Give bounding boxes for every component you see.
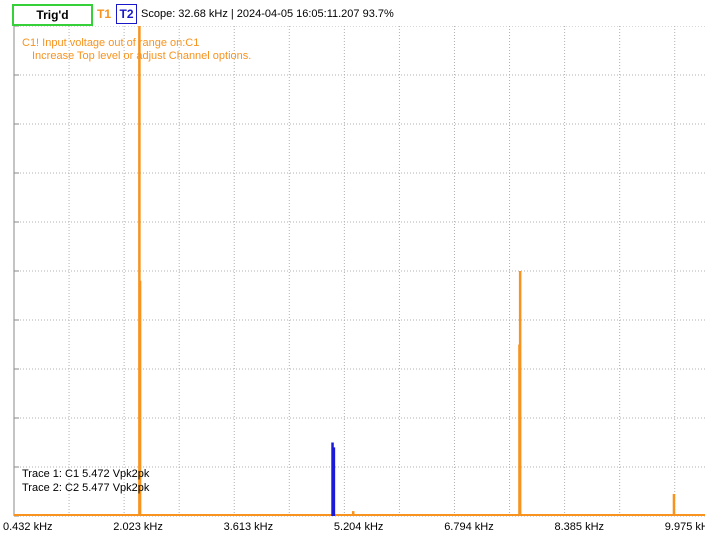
x-tick-label: 6.794 kHz [444, 521, 494, 533]
x-tick-label: 0.432 kHz [3, 521, 53, 533]
x-tick-label: 2.023 kHz [113, 521, 163, 533]
scope-info-text: Scope: 32.68 kHz | 2024-04-05 16:05:11.2… [141, 8, 394, 20]
warning-line-2: Increase Top level or adjust Channel opt… [32, 50, 252, 62]
trace-legend-item-2: Trace 2: C2 5.477 Vpk2pk [22, 482, 150, 494]
trace2-toggle[interactable]: T2 [116, 4, 137, 24]
x-tick-label: 5.204 kHz [333, 521, 384, 533]
warning-line-1: C1! Input voltage out of range on:C1 [22, 37, 200, 49]
trigger-status-button[interactable]: Trig'd [12, 4, 93, 26]
status-bar: Trig'd T1 T2 Scope: 32.68 kHz | 2024-04-… [0, 0, 705, 26]
overrange-warning: C1! Input voltage out of range on:C1 Inc… [22, 37, 251, 63]
trace1-toggle[interactable]: T1 [95, 5, 113, 23]
x-tick-label: 8.385 kHz [554, 521, 605, 533]
trace-legend-item-1: Trace 1: C1 5.472 Vpk2pk [22, 468, 150, 480]
x-tick-label: 9.975 kHz [664, 521, 705, 533]
x-tick-label: 3.613 kHz [223, 521, 274, 533]
trace-legend: Trace 1: C1 5.472 Vpk2pk Trace 2: C2 5.4… [22, 467, 149, 495]
